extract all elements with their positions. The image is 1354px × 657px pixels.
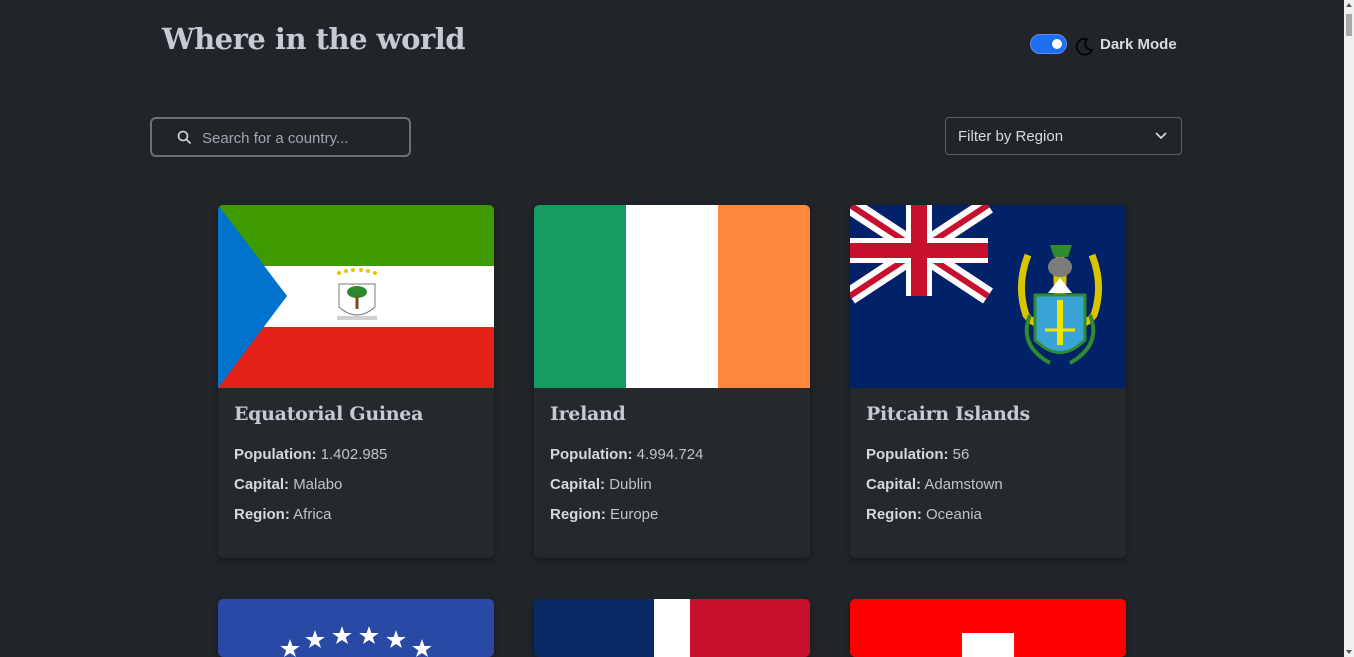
- scrollbar-thumb[interactable]: [1346, 14, 1352, 36]
- flag-pitcairn-islands: [850, 205, 1126, 388]
- region-value: Europe: [610, 506, 659, 523]
- region-filter-select[interactable]: Filter by Region: [945, 117, 1182, 155]
- chevron-down-icon: [1155, 132, 1167, 140]
- country-name[interactable]: Equatorial Guinea: [234, 403, 423, 425]
- capital-value: Malabo: [293, 476, 343, 493]
- capital-row: Capital: Malabo: [234, 476, 342, 493]
- page-title: Where in the world: [162, 22, 466, 56]
- country-name[interactable]: Ireland: [550, 403, 626, 425]
- toggle-knob: [1052, 39, 1062, 49]
- population-value: 1.402.985: [320, 446, 388, 463]
- capital-row: Capital: Adamstown: [866, 476, 1003, 493]
- search-input[interactable]: [202, 127, 402, 149]
- region-label: Region:: [550, 506, 606, 523]
- country-card[interactable]: Pitcairn Islands Population: 56 Capital:…: [850, 205, 1126, 558]
- search-icon: [177, 130, 191, 144]
- capital-label: Capital:: [550, 476, 606, 493]
- flag-partial-tricolour: [534, 599, 810, 657]
- country-card[interactable]: [534, 599, 810, 657]
- country-card[interactable]: Ireland Population: 4.994.724 Capital: D…: [534, 205, 810, 558]
- population-row: Population: 1.402.985: [234, 446, 387, 463]
- region-filter-label: Filter by Region: [958, 128, 1064, 145]
- site-header: Where in the world Dark Mode: [0, 0, 1344, 90]
- dark-mode-toggle[interactable]: [1030, 34, 1067, 54]
- scroll-up-arrow-icon[interactable]: [1346, 3, 1352, 7]
- region-label: Region:: [234, 506, 290, 523]
- flag-equatorial-guinea: [218, 205, 494, 388]
- search-box[interactable]: [150, 117, 411, 157]
- capital-value: Dublin: [609, 476, 652, 493]
- vertical-scrollbar[interactable]: [1344, 0, 1354, 657]
- region-row: Region: Oceania: [866, 506, 982, 523]
- capital-label: Capital:: [866, 476, 922, 493]
- region-value: Africa: [293, 506, 332, 523]
- country-card[interactable]: Equatorial Guinea Population: 1.402.985 …: [218, 205, 494, 558]
- population-label: Population:: [550, 446, 633, 463]
- country-name[interactable]: Pitcairn Islands: [866, 403, 1030, 425]
- country-card[interactable]: [218, 599, 494, 657]
- region-row: Region: Europe: [550, 506, 658, 523]
- population-label: Population:: [866, 446, 949, 463]
- dark-mode-label[interactable]: Dark Mode: [1100, 36, 1177, 53]
- population-row: Population: 4.994.724: [550, 446, 703, 463]
- capital-label: Capital:: [234, 476, 290, 493]
- flag-partial-red-cross: [850, 599, 1126, 657]
- capital-row: Capital: Dublin: [550, 476, 652, 493]
- country-card[interactable]: [850, 599, 1126, 657]
- region-label: Region:: [866, 506, 922, 523]
- region-row: Region: Africa: [234, 506, 332, 523]
- flag-ireland: [534, 205, 810, 388]
- population-row: Population: 56: [866, 446, 969, 463]
- population-value: 56: [952, 446, 970, 463]
- capital-value: Adamstown: [924, 476, 1003, 493]
- population-value: 4.994.724: [636, 446, 704, 463]
- scroll-down-arrow-icon[interactable]: [1346, 650, 1352, 654]
- population-label: Population:: [234, 446, 317, 463]
- region-value: Oceania: [926, 506, 982, 523]
- flag-partial-blue-stars: [218, 599, 494, 657]
- union-jack: [850, 205, 993, 304]
- moon-icon: [1076, 37, 1094, 56]
